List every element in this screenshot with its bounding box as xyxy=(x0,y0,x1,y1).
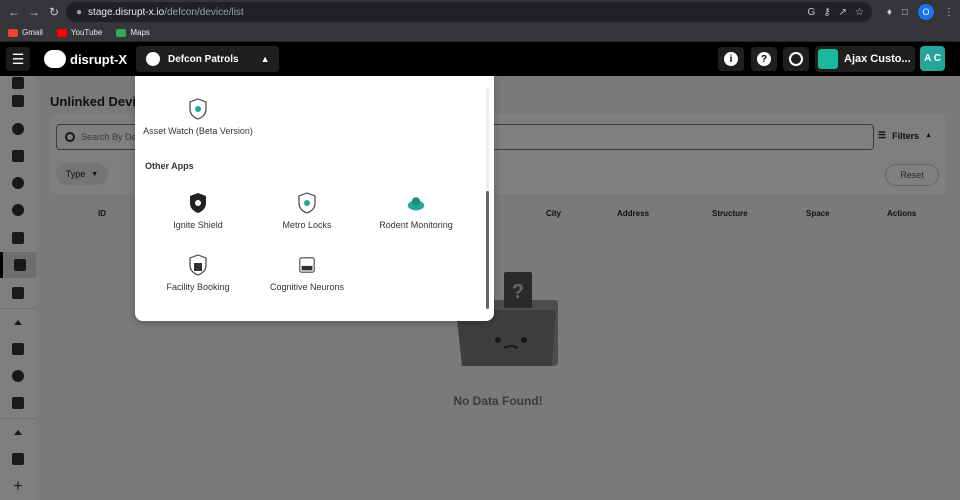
lock-icon: ● xyxy=(76,6,83,18)
app-tile-asset-watch[interactable]: Asset Watch (Beta Version) xyxy=(143,98,253,137)
user-avatar[interactable]: A C xyxy=(920,46,945,71)
app-tile-rodent-monitoring[interactable]: Rodent Monitoring xyxy=(361,192,471,231)
hamburger-menu-icon[interactable]: ☰ xyxy=(6,47,30,71)
maps-icon xyxy=(116,28,127,37)
url-host: stage.disrupt-x.io xyxy=(88,6,165,18)
app-switcher-button[interactable]: Defcon Patrols ▲ xyxy=(136,46,279,72)
logo: disrupt-X xyxy=(44,50,127,68)
reload-icon[interactable]: ↻ xyxy=(44,2,64,22)
bookmark-gmail[interactable]: Gmail xyxy=(8,28,43,37)
customer-selector[interactable]: Ajax Custo... xyxy=(815,46,915,72)
google-icon[interactable]: G xyxy=(808,7,816,18)
customer-logo xyxy=(818,49,838,69)
rodent-monitoring-icon xyxy=(407,197,425,211)
bookmarks-bar: Gmail YouTube Maps xyxy=(0,24,960,42)
extensions-icon[interactable]: ♦ xyxy=(887,7,892,18)
customer-name: Ajax Custo... xyxy=(844,53,911,65)
url-path: /defcon/device/list xyxy=(164,6,244,18)
help-icon: ? xyxy=(757,52,771,66)
bookmark-youtube[interactable]: YouTube xyxy=(56,28,102,37)
app-switcher-menu: Asset Watch (Beta Version) Other Apps Ig… xyxy=(135,76,494,321)
youtube-icon xyxy=(56,28,67,37)
facility-booking-icon xyxy=(189,254,207,276)
ignite-shield-icon xyxy=(190,193,206,213)
app-tile-metro-locks[interactable]: Metro Locks xyxy=(252,192,362,231)
sidepanel-icon[interactable]: □ xyxy=(902,7,908,18)
profile-avatar[interactable]: O xyxy=(918,4,934,20)
menu-scrollbar-thumb[interactable] xyxy=(486,191,489,309)
bookmark-star-icon[interactable]: ☆ xyxy=(855,7,864,18)
defcon-patrols-icon xyxy=(146,52,160,66)
app-header: ☰ disrupt-X Defcon Patrols ▲ i ? Ajax Cu… xyxy=(0,42,960,76)
app-tile-cognitive-neurons[interactable]: Cognitive Neurons xyxy=(252,254,362,293)
address-bar[interactable]: ● stage.disrupt-x.io/defcon/device/list … xyxy=(66,2,872,22)
bookmark-maps[interactable]: Maps xyxy=(116,28,150,37)
globe-icon xyxy=(789,52,803,66)
back-icon[interactable]: ← xyxy=(4,2,24,22)
gmail-icon xyxy=(8,28,18,37)
share-icon[interactable]: ↗ xyxy=(839,7,847,18)
app-tile-ignite-shield[interactable]: Ignite Shield xyxy=(143,192,253,231)
help-button[interactable]: ? xyxy=(751,47,777,71)
key-icon[interactable]: ⚷ xyxy=(823,7,830,18)
info-button[interactable]: i xyxy=(718,47,744,71)
chrome-menu-icon[interactable]: ⋮ xyxy=(944,7,954,18)
info-icon: i xyxy=(724,52,738,66)
caret-up-icon: ▲ xyxy=(260,54,270,64)
cognitive-neurons-icon xyxy=(299,257,315,273)
asset-watch-icon xyxy=(189,98,207,120)
app-tile-facility-booking[interactable]: Facility Booking xyxy=(143,254,253,293)
forward-icon[interactable]: → xyxy=(24,2,44,22)
metro-locks-icon xyxy=(298,192,316,214)
logo-mark xyxy=(44,50,66,68)
language-button[interactable] xyxy=(783,47,809,71)
browser-toolbar: ← → ↻ ● stage.disrupt-x.io/defcon/device… xyxy=(0,0,960,24)
section-title-other-apps: Other Apps xyxy=(145,161,194,171)
app-switcher-label: Defcon Patrols xyxy=(168,53,239,65)
